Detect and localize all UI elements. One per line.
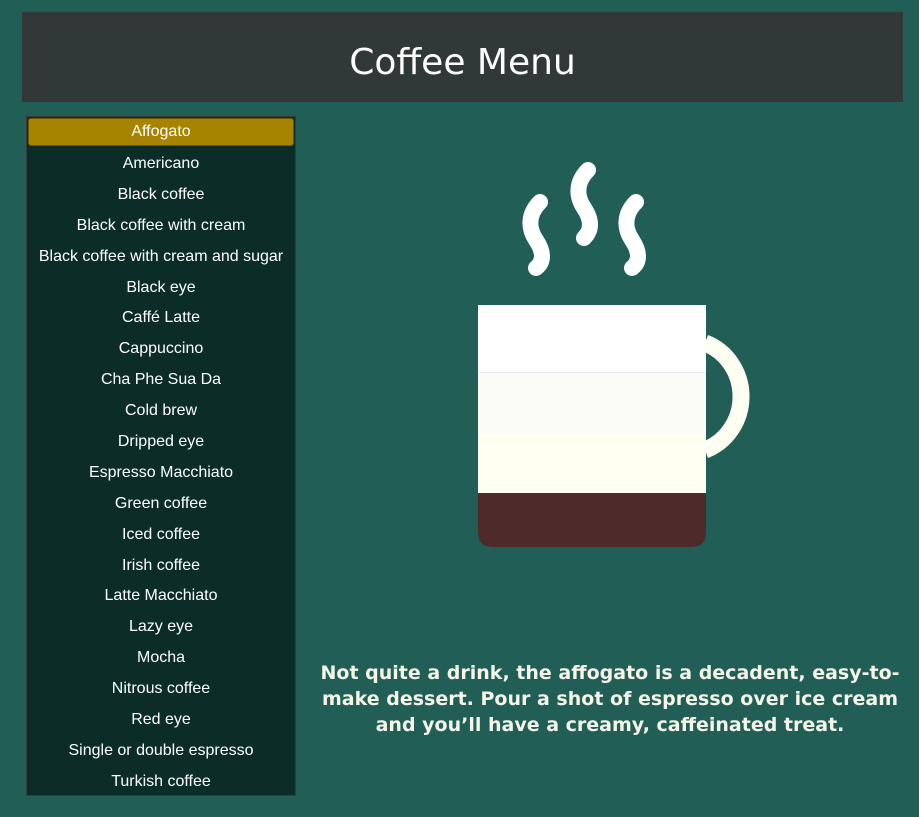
- menu-item[interactable]: Caffé Latte: [28, 303, 294, 334]
- menu-item[interactable]: Mocha: [28, 643, 294, 674]
- menu-item[interactable]: Americano: [28, 149, 294, 180]
- menu-item[interactable]: Black coffee: [28, 180, 294, 211]
- menu-item[interactable]: Affogato: [28, 118, 294, 146]
- coffee-illustration: [440, 150, 820, 570]
- coffee-description: Not quite a drink, the affogato is a dec…: [320, 662, 900, 736]
- menu-item[interactable]: Espresso Macchiato: [28, 458, 294, 489]
- cup-layer-cream: [478, 433, 706, 493]
- menu-item[interactable]: Black eye: [28, 273, 294, 304]
- cup-handle: [701, 335, 750, 458]
- menu-item[interactable]: Green coffee: [28, 489, 294, 520]
- cup-layer-espresso: [478, 493, 706, 547]
- cup-layer-middle: [478, 373, 706, 433]
- menu-item[interactable]: Cha Phe Sua Da: [28, 365, 294, 396]
- header-bar: Coffee Menu: [22, 12, 903, 102]
- menu-item[interactable]: Nitrous coffee: [28, 674, 294, 705]
- menu-item[interactable]: Lazy eye: [28, 612, 294, 643]
- menu-item[interactable]: Iced coffee: [28, 520, 294, 551]
- menu-item[interactable]: Black coffee with cream and sugar: [28, 242, 294, 273]
- menu-item[interactable]: Turkish coffee: [28, 767, 294, 798]
- steam-icon: [522, 162, 646, 276]
- menu-item[interactable]: Single or double espresso: [28, 736, 294, 767]
- menu-item[interactable]: Dripped eye: [28, 427, 294, 458]
- coffee-menu-list[interactable]: Affogato Americano Black coffee Black coffe…: [26, 116, 296, 796]
- menu-item[interactable]: Cold brew: [28, 396, 294, 427]
- page-title: Coffee Menu: [349, 41, 576, 83]
- cup-layer-top: [478, 305, 706, 373]
- coffee-cup-icon: [478, 162, 750, 547]
- menu-item[interactable]: Cappuccino: [28, 334, 294, 365]
- menu-item[interactable]: Red eye: [28, 705, 294, 736]
- menu-item[interactable]: Black coffee with cream: [28, 211, 294, 242]
- menu-item[interactable]: Latte Macchiato: [28, 581, 294, 612]
- menu-item[interactable]: Irish coffee: [28, 551, 294, 582]
